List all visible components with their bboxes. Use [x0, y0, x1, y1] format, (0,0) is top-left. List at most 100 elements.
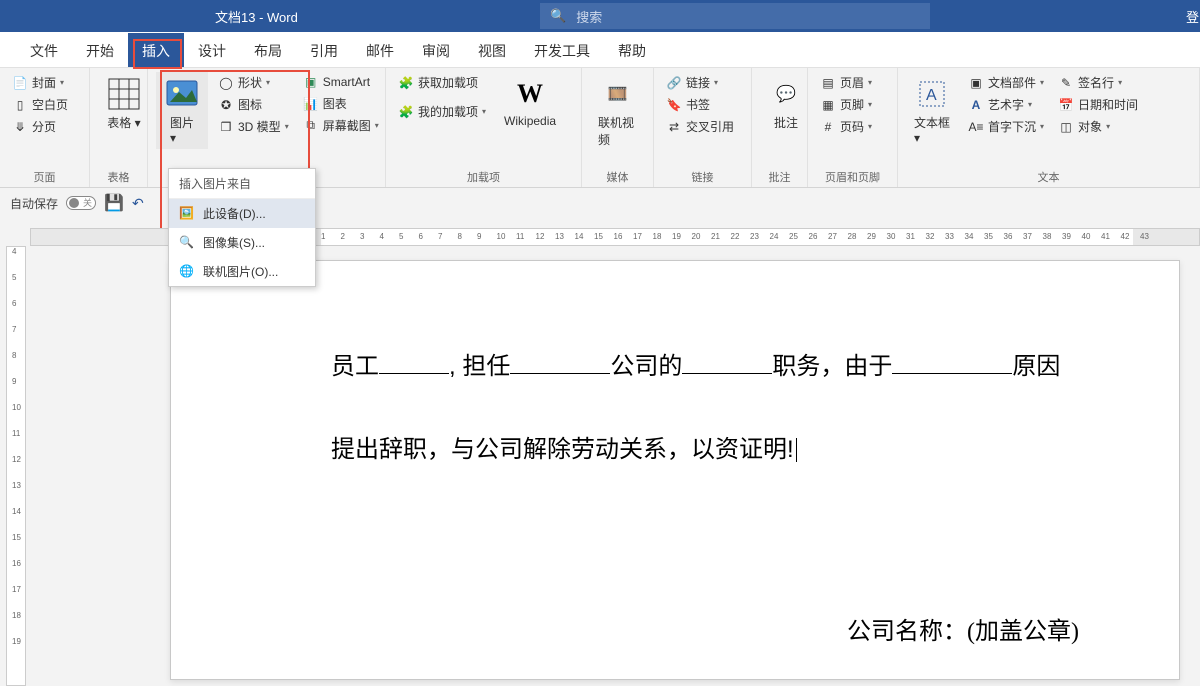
footer-icon: ▦	[820, 97, 836, 113]
blank-page-button[interactable]: ▯空白页	[8, 94, 81, 115]
get-addins-button[interactable]: 🧩获取加载项	[394, 72, 490, 93]
shapes-button[interactable]: ◯形状▾	[214, 72, 293, 93]
crossref-button[interactable]: ⇄交叉引用	[662, 116, 743, 137]
textbox-icon: A	[914, 76, 950, 112]
cover-page-icon: 📄	[12, 75, 28, 91]
my-addins-button[interactable]: 🧩我的加载项▾	[394, 101, 490, 122]
autosave-label: 自动保存	[10, 195, 58, 212]
header-button[interactable]: ▤页眉▾	[816, 72, 889, 93]
device-icon: 🖼️	[179, 206, 195, 222]
group-label-tables: 表格	[98, 167, 139, 185]
tab-design[interactable]: 设计	[184, 33, 240, 67]
tab-references[interactable]: 引用	[296, 33, 352, 67]
document-body[interactable]: 员工, 担任公司的职务，由于原因 提出辞职，与公司解除劳动关系，以资证明!	[171, 261, 1179, 477]
document-title: 文档13 - Word	[215, 7, 298, 26]
footer-button[interactable]: ▦页脚▾	[816, 94, 889, 115]
wordart-button[interactable]: A艺术字▾	[964, 94, 1048, 115]
picture-icon	[164, 76, 200, 112]
blank-reason	[892, 373, 1012, 374]
wikipedia-icon: W	[512, 76, 548, 112]
object-button[interactable]: ◫对象▾	[1054, 116, 1142, 137]
undo-icon[interactable]: ↶	[132, 195, 144, 212]
group-label-media: 媒体	[590, 167, 645, 185]
comment-icon: 💬	[768, 76, 804, 112]
quick-access-toolbar: 自动保存 关 💾 ↶	[0, 190, 144, 216]
video-icon: 🎞️	[600, 76, 636, 112]
tab-insert[interactable]: 插入	[128, 33, 184, 67]
addins-icon: 🧩	[398, 104, 414, 120]
chart-button[interactable]: 📊图表	[299, 93, 383, 114]
parts-icon: ▣	[968, 75, 984, 91]
pagenum-icon: #	[820, 119, 836, 135]
tab-review[interactable]: 审阅	[408, 33, 464, 67]
calendar-icon: 📅	[1058, 97, 1074, 113]
icons-button[interactable]: ✪图标	[214, 94, 293, 115]
textbox-button[interactable]: A文本框▾	[906, 72, 958, 149]
menu-item-this-device[interactable]: 🖼️此设备(D)...	[169, 199, 315, 228]
tab-developer[interactable]: 开发工具	[520, 33, 604, 67]
search-box[interactable]: 🔍 搜索	[540, 3, 930, 29]
crossref-icon: ⇄	[666, 119, 682, 135]
object-icon: ◫	[1058, 119, 1074, 135]
online-pictures-icon: 🌐	[179, 264, 195, 280]
online-video-button[interactable]: 🎞️联机视频	[590, 72, 645, 152]
tab-help[interactable]: 帮助	[604, 33, 660, 67]
group-label-pages: 页面	[8, 167, 81, 185]
svg-text:A: A	[926, 87, 937, 104]
tab-file[interactable]: 文件	[16, 33, 72, 67]
group-label-text: 文本	[906, 167, 1191, 185]
blank-name	[379, 373, 449, 374]
cover-page-button[interactable]: 📄封面▾	[8, 72, 81, 93]
search-placeholder: 搜索	[576, 7, 602, 26]
3d-model-button[interactable]: ❒3D 模型▾	[214, 116, 293, 137]
ribbon-tabs: 文件 开始 插入 设计 布局 引用 邮件 审阅 视图 开发工具 帮助	[0, 32, 1200, 68]
store-icon: 🧩	[398, 75, 414, 91]
document-page[interactable]: 员工, 担任公司的职务，由于原因 提出辞职，与公司解除劳动关系，以资证明! 公司…	[170, 260, 1180, 680]
page-break-button[interactable]: ⤋分页	[8, 116, 81, 137]
screenshot-icon: ⧉	[303, 118, 319, 134]
link-button[interactable]: 🔗链接▾	[662, 72, 743, 93]
dropcap-icon: A≡	[968, 119, 984, 135]
login-button[interactable]: 登	[1185, 0, 1200, 32]
blank-page-icon: ▯	[12, 97, 28, 113]
group-label-links: 链接	[662, 167, 743, 185]
cube-icon: ❒	[218, 119, 234, 135]
save-icon[interactable]: 💾	[104, 193, 124, 213]
tab-home[interactable]: 开始	[72, 33, 128, 67]
table-button[interactable]: 表格 ▾	[98, 72, 150, 135]
tab-view[interactable]: 视图	[464, 33, 520, 67]
signature-icon: ✎	[1058, 75, 1074, 91]
page-break-icon: ⤋	[12, 119, 28, 135]
table-icon	[106, 76, 142, 112]
bookmark-icon: 🔖	[666, 97, 682, 113]
dropcap-button[interactable]: A≡首字下沉▾	[964, 116, 1048, 137]
wikipedia-button[interactable]: W Wikipedia	[496, 72, 564, 132]
quickparts-button[interactable]: ▣文档部件▾	[964, 72, 1048, 93]
smartart-icon: ▣	[303, 74, 319, 90]
group-label-addins: 加载项	[394, 167, 573, 185]
vertical-ruler[interactable]: 45678910111213141516171819	[6, 246, 26, 686]
autosave-toggle[interactable]: 关	[66, 196, 96, 210]
screenshot-button[interactable]: ⧉屏幕截图▾	[299, 115, 383, 136]
tab-layout[interactable]: 布局	[240, 33, 296, 67]
bookmark-button[interactable]: 🔖书签	[662, 94, 743, 115]
tab-mailings[interactable]: 邮件	[352, 33, 408, 67]
group-label-comments: 批注	[760, 167, 799, 185]
datetime-button[interactable]: 📅日期和时间	[1054, 94, 1142, 115]
blank-company	[510, 373, 610, 374]
menu-item-online-pictures[interactable]: 🌐联机图片(O)...	[169, 257, 315, 286]
header-icon: ▤	[820, 75, 836, 91]
stock-images-icon: 🔍	[179, 235, 195, 251]
chart-icon: 📊	[303, 96, 319, 112]
blank-position	[682, 373, 772, 374]
pagenum-button[interactable]: #页码▾	[816, 116, 889, 137]
comment-button[interactable]: 💬批注	[760, 72, 812, 135]
picture-button[interactable]: 图片▾	[156, 72, 208, 149]
signature-button[interactable]: ✎签名行▾	[1054, 72, 1142, 93]
menu-header: 插入图片来自	[169, 169, 315, 199]
title-bar: 文档13 - Word 🔍 搜索 登	[0, 0, 1200, 32]
menu-item-stock-images[interactable]: 🔍图像集(S)...	[169, 228, 315, 257]
document-footer-text: 公司名称：(加盖公章)	[847, 611, 1079, 646]
insert-picture-menu: 插入图片来自 🖼️此设备(D)... 🔍图像集(S)... 🌐联机图片(O)..…	[168, 168, 316, 287]
smartart-button[interactable]: ▣SmartArt	[299, 72, 383, 92]
